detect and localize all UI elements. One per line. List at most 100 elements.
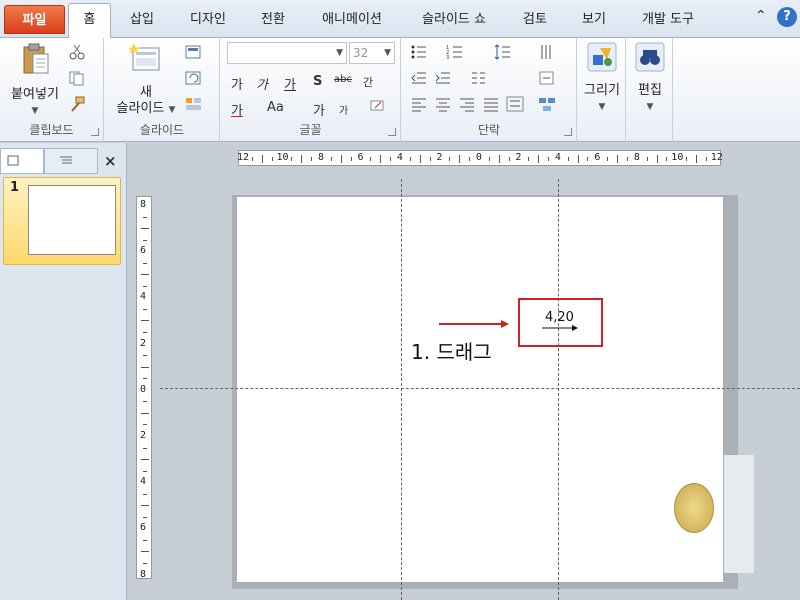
ruler-h-tick (370, 157, 372, 161)
vertical-guide-right[interactable] (558, 179, 559, 600)
increase-indent-icon[interactable] (434, 70, 452, 86)
tab-developer[interactable]: 개발 도구 (636, 6, 700, 36)
format-painter-icon[interactable] (68, 96, 86, 112)
ruler-v-label: 2 (140, 337, 147, 349)
clipboard-launcher-icon[interactable] (91, 128, 99, 136)
tab-design[interactable]: 디자인 (184, 6, 232, 36)
ruler-h-tick (508, 157, 510, 161)
ruler-v-tick (143, 216, 147, 218)
pane-tabs: × (0, 148, 127, 174)
paragraph-launcher-icon[interactable] (564, 128, 572, 136)
group-label-paragraph: 단락 (477, 123, 501, 137)
ruler-v-tick (141, 459, 149, 461)
change-case-button[interactable]: Aa (267, 100, 284, 115)
distribute-icon[interactable] (506, 96, 524, 112)
slide-thumbnail-image (28, 185, 116, 255)
tab-slides-thumbnails[interactable] (0, 148, 44, 174)
ruler-h-tick (656, 155, 658, 163)
slide-number: 1 (10, 180, 20, 195)
slide-thumbnail[interactable]: 1 (3, 177, 121, 265)
ruler-h-label: 2 (436, 152, 443, 163)
font-size-select[interactable]: 32 ▼ (349, 42, 395, 64)
tab-review[interactable]: 검토 (519, 6, 551, 36)
ruler-h-tick (488, 157, 490, 161)
tab-view[interactable]: 보기 (578, 6, 610, 36)
vertical-guide-left[interactable] (401, 179, 402, 600)
font-name-dropdown-icon[interactable]: ▼ (336, 48, 343, 58)
minimize-ribbon-icon[interactable]: ⌃ (755, 8, 767, 24)
numbering-icon[interactable]: 123 (446, 44, 464, 60)
drag-arrow-icon (439, 320, 509, 328)
slides-pane: × 1 (0, 143, 127, 600)
font-size-value: 32 (353, 46, 369, 60)
italic-button[interactable]: 가 (256, 74, 268, 93)
ruler-h-tick (666, 157, 668, 161)
align-right-icon[interactable] (458, 96, 476, 112)
new-slide-dropdown-icon[interactable]: ▼ (169, 105, 176, 115)
tab-insert[interactable]: 삽입 (126, 6, 158, 36)
ruler-h-tick (390, 157, 392, 161)
ruler-h-label: 8 (317, 152, 324, 163)
section-icon[interactable] (185, 96, 203, 112)
ruler-v-tick (143, 239, 147, 241)
paste-button[interactable]: 붙여넣기 ▼ (4, 42, 66, 119)
close-icon[interactable]: × (104, 152, 117, 170)
bold-button[interactable]: 가 (231, 74, 243, 93)
clear-format-icon[interactable] (369, 98, 387, 114)
tab-animations[interactable]: 애니메이션 (315, 6, 389, 36)
ruler-v-label: 2 (140, 429, 147, 441)
new-slide-button[interactable]: 새 슬라이드 ▼ (111, 42, 181, 118)
bullets-icon[interactable] (410, 44, 428, 60)
ruler-h-tick (380, 155, 382, 163)
help-icon[interactable]: ? (777, 7, 797, 27)
ruler-h-tick (449, 157, 451, 161)
paste-dropdown-icon[interactable]: ▼ (4, 103, 66, 119)
tab-file[interactable]: 파일 (4, 5, 65, 34)
ruler-h-label: 4 (554, 152, 561, 163)
drawing-button[interactable]: 그리기 ▼ (580, 42, 624, 115)
ruler-v-tick (141, 228, 149, 230)
editing-dropdown-icon[interactable]: ▼ (629, 99, 671, 115)
drawing-dropdown-icon[interactable]: ▼ (580, 99, 624, 115)
new-slide-label-1: 새 (140, 85, 152, 100)
font-launcher-icon[interactable] (388, 128, 396, 136)
line-spacing-icon[interactable] (494, 44, 512, 60)
tab-slideshow[interactable]: 슬라이드 쇼 (414, 6, 494, 36)
reset-icon[interactable] (185, 70, 203, 86)
ruler-v-label: 8 (140, 199, 147, 210)
grow-font-button[interactable]: 가 (313, 100, 325, 119)
font-color-button[interactable]: 가 (231, 100, 243, 119)
text-direction-icon[interactable] (538, 44, 556, 60)
editing-button[interactable]: 편집 ▼ (629, 42, 671, 115)
shadow-button[interactable]: S (313, 74, 322, 89)
tab-home[interactable]: 홈 (68, 3, 111, 39)
ruler-h-tick (330, 157, 332, 161)
ruler-v-tick (143, 563, 147, 565)
shrink-font-button[interactable]: 가 (339, 102, 348, 117)
ruler-h-label: 2 (515, 152, 522, 163)
decrease-indent-icon[interactable] (410, 70, 428, 86)
font-size-dropdown-icon[interactable]: ▼ (384, 48, 391, 58)
horizontal-guide[interactable] (160, 388, 800, 389)
ruler-v-label: 6 (140, 245, 147, 257)
columns-icon[interactable] (470, 70, 488, 86)
layout-icon[interactable] (185, 44, 203, 60)
tab-transitions[interactable]: 전환 (257, 6, 289, 36)
slide-canvas[interactable] (237, 197, 723, 582)
cut-icon[interactable] (68, 44, 86, 60)
smartart-icon[interactable] (538, 96, 556, 112)
editing-label: 편집 (638, 83, 662, 98)
font-name-select[interactable]: ▼ (227, 42, 347, 64)
tab-outline[interactable] (44, 148, 98, 174)
spacing-button[interactable]: 간 (363, 74, 373, 90)
justify-icon[interactable] (482, 96, 500, 112)
copy-icon[interactable] (68, 70, 86, 86)
ruler-v-tick (141, 505, 149, 507)
align-left-icon[interactable] (410, 96, 428, 112)
strikethrough-button[interactable]: abc (334, 74, 352, 85)
align-center-icon[interactable] (434, 96, 452, 112)
align-text-icon[interactable] (538, 70, 556, 86)
logo-stamp (674, 483, 714, 533)
underline-button[interactable]: 가 (284, 74, 296, 93)
ruler-h-tick (577, 155, 579, 163)
